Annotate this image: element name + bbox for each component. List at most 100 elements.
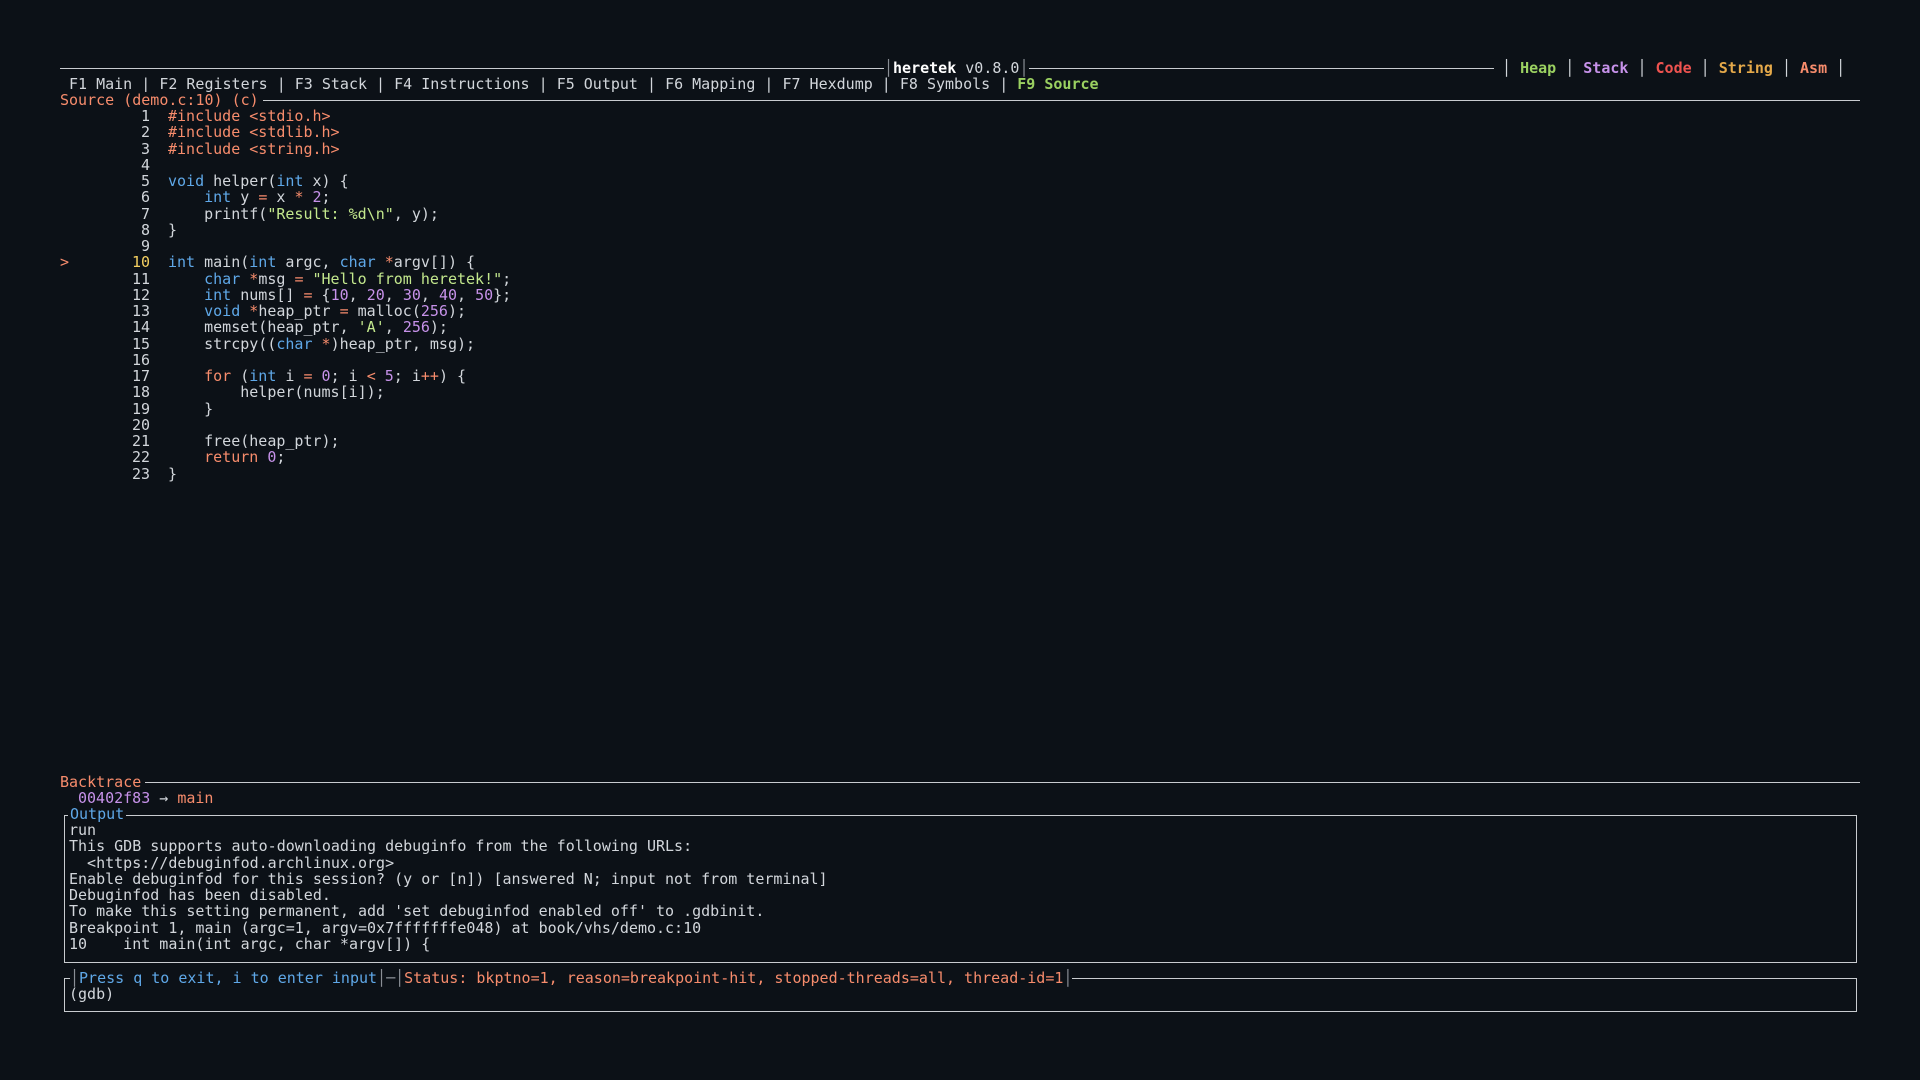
source-line[interactable]: 15 strcpy((char *)heap_ptr, msg);	[60, 334, 511, 353]
tab-f9[interactable]: F9 Source	[1017, 76, 1098, 92]
line-number: 14	[131, 318, 150, 337]
backtrace-frame[interactable]: 00402f83 → main	[78, 790, 213, 806]
output-line: run	[69, 821, 97, 839]
output-line: 10 int main(int argc, char *argv[]) {	[69, 935, 431, 954]
tab-f1[interactable]: F1 Main	[69, 76, 132, 92]
source-line[interactable]: 22 return 0;	[60, 449, 511, 465]
line-gutter	[60, 141, 96, 157]
line-gutter	[60, 368, 96, 384]
line-number: 21	[131, 432, 150, 450]
line-number: 10	[131, 253, 150, 272]
legend-string: String	[1718, 59, 1773, 77]
source-line[interactable]: 16	[60, 352, 511, 368]
source-line[interactable]: 2 #include <stdlib.h>	[60, 124, 511, 140]
output-line: Enable debuginfod for this session? (y o…	[69, 869, 828, 888]
source-line[interactable]: 1 #include <stdio.h>	[60, 108, 511, 124]
tab-f4[interactable]: F4 Instructions	[394, 76, 529, 92]
current-line-marker: >	[60, 253, 70, 272]
top-rule	[60, 68, 1494, 69]
source-rule	[60, 100, 1860, 101]
line-gutter	[60, 352, 96, 368]
line-code: char *msg = "Hello from heretek!";	[204, 269, 512, 288]
line-gutter	[60, 433, 96, 449]
output-line: <https://debuginfod.archlinux.org>	[69, 853, 395, 872]
line-number: 7	[140, 204, 150, 223]
line-code: for (int i = 0; i < 5; i++) {	[204, 367, 467, 385]
tab-f3[interactable]: F3 Stack	[295, 76, 367, 92]
line-gutter	[60, 108, 96, 124]
tab-separator: |	[367, 75, 395, 93]
source-line[interactable]: 11 char *msg = "Hello from heretek!";	[60, 269, 512, 288]
source-line[interactable]: 18 helper(nums[i]);	[60, 384, 511, 400]
tab-f7[interactable]: F7 Hexdump	[782, 76, 872, 92]
source-line[interactable]: >10 int main(int argc, char *argv[]) {	[60, 254, 511, 270]
line-code: strcpy((char *)heap_ptr, msg);	[168, 334, 476, 353]
line-number: 23	[131, 464, 150, 483]
source-line[interactable]: 23}	[60, 464, 511, 483]
tab-f5[interactable]: F5 Output	[557, 76, 638, 92]
source-line[interactable]: 9	[60, 238, 511, 254]
line-gutter	[60, 466, 96, 482]
output-line: To make this setting permanent, add 'set…	[69, 902, 765, 921]
source-line[interactable]: 4	[60, 157, 511, 173]
line-code: int y = x * 2;	[204, 188, 331, 207]
gdb-prompt-input[interactable]: (gdb)	[69, 986, 114, 1002]
line-gutter	[60, 384, 96, 400]
legend-separator: │	[1691, 59, 1719, 77]
line-gutter	[60, 173, 96, 189]
source-line[interactable]: 19 }	[60, 399, 511, 418]
output-title: Output	[68, 805, 127, 823]
line-code: memset(heap_ptr, 'A', 256);	[168, 318, 448, 337]
input-hint-bar: │Press q to exit, i to enter input│─│Sta…	[70, 969, 1073, 987]
source-line[interactable]: 21 free(heap_ptr);	[60, 433, 511, 449]
tab-f8[interactable]: F8 Symbols	[900, 76, 990, 92]
source-line[interactable]: 17 for (int i = 0; i < 5; i++) {	[60, 368, 511, 384]
tab-separator: |	[755, 75, 783, 93]
source-line[interactable]: 3 #include <string.h>	[60, 139, 511, 158]
line-code: }	[168, 399, 214, 418]
source-line[interactable]: 6 int y = x * 2;	[60, 189, 511, 205]
line-number: 5	[140, 172, 150, 190]
line-gutter	[60, 189, 96, 205]
line-gutter	[60, 222, 96, 238]
legend-asm: Asm	[1800, 59, 1828, 77]
line-number: 6	[140, 188, 150, 207]
tab-separator: |	[990, 75, 1018, 93]
line-code: void *heap_ptr = malloc(256);	[204, 302, 467, 320]
backtrace-title: Backtrace	[60, 774, 146, 790]
line-code: int main(int argc, char *argv[]) {	[168, 253, 476, 272]
source-line[interactable]: 8}	[60, 222, 511, 238]
output-line: This GDB supports auto-downloading debug…	[69, 837, 693, 856]
line-code: int nums[] = {10, 20, 30, 40, 50};	[204, 285, 512, 304]
line-number: 11	[131, 269, 150, 288]
line-code: #include <stdlib.h>	[168, 123, 340, 142]
line-code: free(heap_ptr);	[168, 432, 340, 450]
source-line[interactable]: 13 void *heap_ptr = malloc(256);	[60, 303, 511, 319]
source-line[interactable]: 7 printf("Result: %d\n", y);	[60, 204, 511, 223]
line-code: return 0;	[204, 448, 286, 467]
legend-separator: │	[1502, 59, 1521, 77]
tab-separator: |	[872, 75, 900, 93]
source-line[interactable]: 14 memset(heap_ptr, 'A', 256);	[60, 319, 511, 335]
line-gutter	[60, 124, 96, 140]
source-view[interactable]: 1 #include <stdio.h> 2 #include <stdlib.h> 3…	[60, 108, 511, 482]
line-code: #include <string.h>	[168, 139, 340, 158]
line-gutter	[60, 271, 96, 287]
source-line[interactable]: 5 void helper(int x) {	[60, 173, 511, 189]
tab-separator: |	[529, 75, 557, 93]
line-number: 22	[131, 448, 150, 467]
line-code: #include <stdio.h>	[168, 107, 331, 125]
line-code: void helper(int x) {	[168, 172, 349, 190]
line-number: 19	[131, 399, 150, 418]
line-number: 18	[131, 383, 150, 402]
source-line[interactable]: 12 int nums[] = {10, 20, 30, 40, 50};	[60, 287, 511, 303]
line-gutter	[60, 157, 96, 173]
line-gutter	[60, 401, 96, 417]
frame-function: main	[177, 789, 214, 807]
source-line[interactable]: 20	[60, 417, 511, 433]
legend-separator: │	[1772, 59, 1801, 77]
tab-f2[interactable]: F2 Registers	[159, 76, 267, 92]
line-number: 17	[131, 367, 150, 385]
tab-f6[interactable]: F6 Mapping	[665, 76, 755, 92]
legend-separator: │	[1556, 59, 1584, 77]
